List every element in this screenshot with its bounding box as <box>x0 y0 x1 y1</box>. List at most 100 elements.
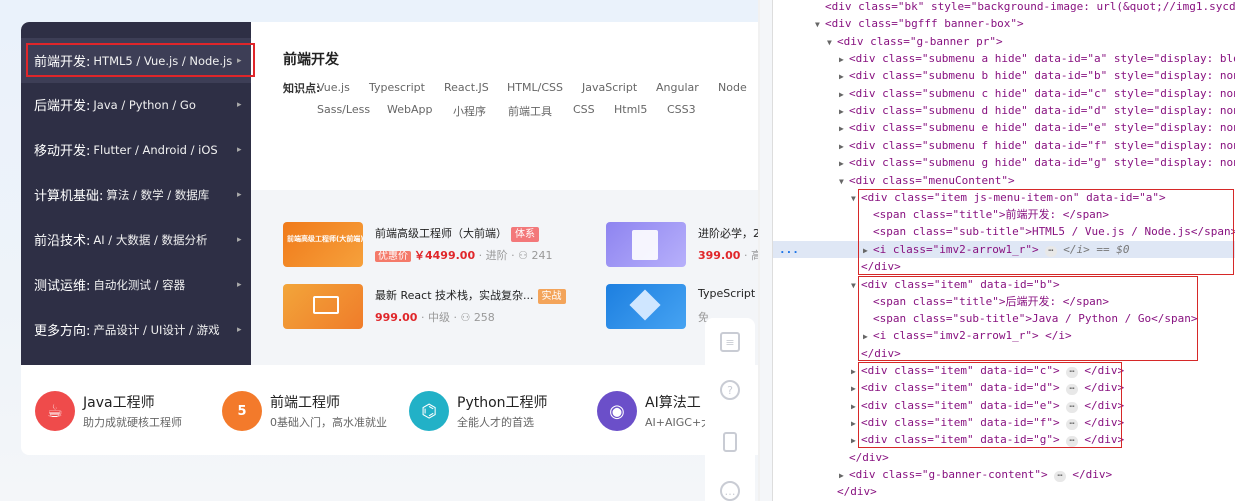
menu-item-cs-basics[interactable]: 计算机基础: 算法 / 数学 / 数据库 ▸ <box>21 172 251 217</box>
course-card[interactable]: 最新 React 技术栈，实战复杂... 实战 999.00 · 中级 · ⚇ 2… <box>283 284 583 332</box>
help-icon[interactable]: ? <box>720 380 740 400</box>
dom-node-line-selected[interactable]: ... ▶ <i class="imv2-arrow1_r"> ⋯ </i> ==… <box>773 241 1235 258</box>
dom-node-line[interactable]: ▶ <div class="submenu e hide" data-id="e"… <box>839 119 1235 136</box>
phone-icon[interactable] <box>723 432 737 452</box>
dom-node-text: </div> <box>1084 399 1125 412</box>
dom-node-line[interactable]: ▼ <div class="g-banner pr"> <box>827 33 1003 50</box>
dom-node-line[interactable]: <span class="title">前端开发: </span> <box>873 206 1109 223</box>
dom-node-line[interactable]: ▶ <div class="submenu a hide" data-id="a"… <box>839 50 1235 67</box>
dom-node-line[interactable]: ▶ <div class="submenu d hide" data-id="d"… <box>839 102 1235 119</box>
career-card-python[interactable]: ⌬ Python工程师 全能人才的首选 <box>409 391 589 435</box>
expand-triangle-icon[interactable]: ▶ <box>839 138 849 155</box>
ellipsis-icon[interactable]: ⋯ <box>1066 384 1078 395</box>
expand-triangle-icon[interactable]: ▶ <box>851 363 861 380</box>
tag-link[interactable]: Sass/Less <box>317 103 370 116</box>
tag-link[interactable]: Typescript <box>369 81 425 94</box>
collapse-triangle-icon[interactable]: ▼ <box>827 34 837 51</box>
page-scrollbar[interactable] <box>758 0 760 501</box>
dom-node-line[interactable]: <span class="title">后端开发: </span> <box>873 293 1109 310</box>
expand-triangle-icon[interactable]: ▶ <box>839 155 849 172</box>
expand-triangle-icon[interactable]: ▶ <box>851 398 861 415</box>
dom-node-line[interactable]: ▼ <div class="item" data-id="b"> <box>851 276 1060 293</box>
expand-triangle-icon[interactable]: ▶ <box>863 242 873 259</box>
ellipsis-icon[interactable]: ⋯ <box>1066 402 1078 413</box>
dom-node-line[interactable]: </div> <box>849 449 889 466</box>
coffee-icon: ☕ <box>35 391 75 431</box>
dom-node-line[interactable]: <span class="sub-title">Java / Python / … <box>873 310 1198 327</box>
dom-node-line[interactable]: <span class="sub-title">HTML5 / Vue.js /… <box>873 223 1235 240</box>
menu-item-frontier[interactable]: 前沿技术: AI / 大数据 / 数据分析 ▸ <box>21 217 251 262</box>
dom-node-line[interactable]: ▶ <div class="submenu b hide" data-id="b"… <box>839 67 1235 84</box>
tag-link[interactable]: CSS <box>573 103 595 116</box>
dom-node-text: <div class="item" data-id="g"> <box>861 433 1060 446</box>
menu-item-more[interactable]: 更多方向: 产品设计 / UI设计 / 游戏 ▸ <box>21 307 251 352</box>
tag-link[interactable]: 小程序 <box>453 103 486 119</box>
dom-node-line[interactable]: ▶ <div class="item" data-id="d"> ⋯ </div> <box>851 379 1124 396</box>
collapse-triangle-icon[interactable]: ▼ <box>815 16 825 33</box>
expand-triangle-icon[interactable]: ▶ <box>851 380 861 397</box>
dom-node-line[interactable]: </div> <box>861 258 901 275</box>
ellipsis-icon[interactable]: ⋯ <box>1066 419 1078 430</box>
expand-triangle-icon[interactable]: ▶ <box>839 103 849 120</box>
course-card[interactable]: 进阶必学，2 399.00 · 高 <box>606 222 760 270</box>
collapse-triangle-icon[interactable]: ▼ <box>839 173 849 190</box>
tag-link[interactable]: React.JS <box>444 81 489 94</box>
tag-link[interactable]: WebApp <box>387 103 432 116</box>
dom-node-line[interactable]: <div class="bk" style="background-image:… <box>825 0 1235 15</box>
collapse-triangle-icon[interactable]: ▼ <box>851 190 861 207</box>
ellipsis-icon[interactable]: ⋯ <box>1066 367 1078 378</box>
expand-triangle-icon[interactable]: ▶ <box>839 68 849 85</box>
expand-triangle-icon[interactable]: ▶ <box>839 86 849 103</box>
career-card-title: AI算法工 <box>645 395 701 411</box>
dom-node-line[interactable]: ▼ <div class="bgfff banner-box"> <box>815 15 1024 32</box>
more-options-icon[interactable]: ... <box>779 241 799 258</box>
expand-triangle-icon[interactable]: ▶ <box>863 328 873 345</box>
tag-link[interactable]: Html5 <box>614 103 647 116</box>
dom-node-line[interactable]: ▶ <div class="item" data-id="g"> ⋯ </div> <box>851 431 1124 448</box>
dom-node-line[interactable]: ▶ <div class="submenu c hide" data-id="c"… <box>839 85 1235 102</box>
dom-node-line[interactable]: </div> <box>861 345 901 362</box>
expand-triangle-icon[interactable]: ▶ <box>851 432 861 449</box>
dom-node-line[interactable]: ▶ <div class="item" data-id="f"> ⋯ </div> <box>851 414 1124 431</box>
menu-item-mobile[interactable]: 移动开发: Flutter / Android / iOS ▸ <box>21 127 251 172</box>
tag-link[interactable]: JavaScript <box>582 81 637 94</box>
tag-link[interactable]: HTML/CSS <box>507 81 563 94</box>
tag-link[interactable]: Vue.js <box>317 81 350 94</box>
career-card-java[interactable]: ☕ Java工程师 助力成就硬核工程师 <box>35 391 215 435</box>
ellipsis-icon[interactable]: ⋯ <box>1045 246 1057 257</box>
dom-node-line[interactable]: ▶ <div class="submenu f hide" data-id="f"… <box>839 137 1235 154</box>
expand-triangle-icon[interactable]: ▶ <box>839 467 849 484</box>
dom-node-line[interactable]: ▼ <div class="item js-menu-item-on" data-… <box>851 189 1166 206</box>
dom-node-line[interactable]: </div> <box>837 483 877 500</box>
career-card-frontend[interactable]: 5 前端工程师 0基础入门，高水准就业 <box>222 391 402 435</box>
dom-node-line[interactable]: ▶ <div class="submenu g hide" data-id="g"… <box>839 154 1235 171</box>
dom-node-line[interactable]: ▶ <div class="item" data-id="c"> ⋯ </div> <box>851 362 1124 379</box>
expand-triangle-icon[interactable]: ▶ <box>839 51 849 68</box>
tag-link[interactable]: Angular <box>656 81 699 94</box>
menu-item-backend[interactable]: 后端开发: Java / Python / Go ▸ <box>21 82 251 127</box>
ellipsis-icon[interactable]: ⋯ <box>1054 471 1066 482</box>
feedback-icon[interactable]: … <box>720 481 740 501</box>
dom-node-text: </div> <box>1084 433 1125 446</box>
course-learners: 241 <box>531 249 553 262</box>
dom-node-line[interactable]: ▶ <div class="item" data-id="e"> ⋯ </div> <box>851 397 1124 414</box>
tag-link[interactable]: 前端工具 <box>508 103 552 119</box>
course-price: ￥4499.00 <box>414 249 476 262</box>
ellipsis-icon[interactable]: ⋯ <box>1066 436 1078 447</box>
course-card[interactable]: 前端高级工程师(大前端) 前端高级工程师（大前端） 体系 优惠价 ￥4499.00 … <box>283 222 583 270</box>
collapse-triangle-icon[interactable]: ▼ <box>851 277 861 294</box>
menu-item-frontend[interactable]: 前端开发: HTML5 / Vue.js / Node.js ▸ <box>21 38 251 83</box>
dom-node-line[interactable]: ▶ <i class="imv2-arrow1_r"> </i> <box>863 327 1072 344</box>
chat-icon[interactable]: ≡ <box>720 332 740 352</box>
expand-triangle-icon[interactable]: ▶ <box>839 120 849 137</box>
menu-item-testing-ops[interactable]: 测试运维: 自动化测试 / 容器 ▸ <box>21 262 251 307</box>
menu-item-subtitle: HTML5 / Vue.js / Node.js <box>93 53 233 68</box>
dom-node-text: <div class="submenu c hide" data-id="c" … <box>849 87 1235 100</box>
dom-node-line[interactable]: ▶ <div class="g-banner-content"> ⋯ </div> <box>839 466 1112 483</box>
floating-toolbar: ≡ ? … <box>705 318 755 501</box>
tag-link[interactable]: CSS3 <box>667 103 696 116</box>
tag-link[interactable]: Node <box>718 81 747 94</box>
dom-node-text: <div class="bk" style="background-image:… <box>825 0 1235 13</box>
dom-node-line[interactable]: ▼ <div class="menuContent"> <box>839 172 1015 189</box>
expand-triangle-icon[interactable]: ▶ <box>851 415 861 432</box>
